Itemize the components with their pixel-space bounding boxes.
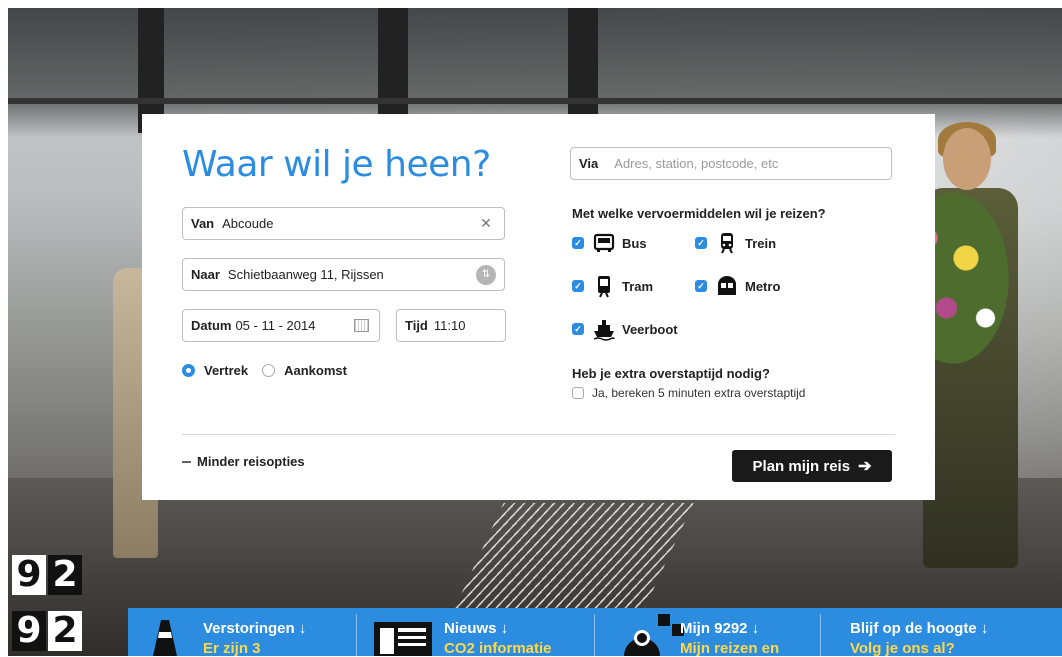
tram-checkbox[interactable]: ✓ (572, 280, 584, 292)
plan-trip-button[interactable]: Plan mijn reis ➔ (732, 450, 892, 482)
nav-divider (594, 614, 595, 656)
nav-divider (356, 614, 357, 656)
nav-nieuws[interactable]: Nieuws ↓ CO2 informatie (364, 608, 592, 657)
fewer-options-link[interactable]: Minder reisopties (182, 454, 305, 469)
nav-subtitle: Volg je ons al? (850, 640, 955, 657)
to-value: Schietbaanweg 11, Rijssen (227, 267, 384, 282)
date-field[interactable]: Datum 05 - 11 - 2014 (182, 309, 380, 342)
from-label: Van (191, 216, 215, 231)
girder (568, 8, 598, 128)
tram-label: Tram (622, 278, 654, 294)
ferry-icon (593, 320, 615, 341)
metro-label: Metro (745, 278, 781, 294)
cone-icon (153, 620, 177, 656)
nav-subtitle: CO2 informatie (444, 640, 552, 657)
logo-digit: 2 (48, 555, 82, 595)
mode-veerboot[interactable]: ✓ Veerboot (572, 317, 678, 341)
to-label: Naar (191, 267, 220, 282)
from-value: Abcoude (222, 216, 274, 231)
divider (182, 434, 895, 435)
mode-metro[interactable]: ✓ Metro (695, 274, 780, 298)
arrow-right-icon: ➔ (858, 458, 872, 475)
date-label: Datum (191, 318, 232, 333)
departure-label: Vertrek (204, 363, 249, 378)
transport-question: Met welke vervoermiddelen wil je reizen? (572, 206, 826, 221)
user-icon (624, 614, 684, 656)
mode-trein[interactable]: ✓ Trein (695, 231, 776, 255)
clear-icon[interactable]: ✕ (478, 215, 494, 232)
bottom-navigation: Verstoringen ↓ Er zijn 3 Nieuws ↓ CO2 in… (128, 608, 1062, 657)
train-checkbox[interactable]: ✓ (695, 237, 707, 249)
time-value: 11:10 (433, 318, 466, 333)
via-placeholder: Adres, station, postcode, etc (614, 156, 779, 171)
fewer-options-label: Minder reisopties (197, 454, 305, 469)
swap-icon[interactable]: ⇅ (476, 264, 496, 285)
nav-subtitle: Er zijn 3 (203, 640, 261, 657)
tram-icon (598, 276, 610, 298)
logo-digit: 2 (48, 611, 82, 651)
departure-arrival-toggle: Vertrek Aankomst (182, 363, 347, 378)
logo-9292[interactable]: 9 2 9 2 (8, 553, 128, 656)
time-field[interactable]: Tijd 11:10 (396, 309, 506, 342)
metro-checkbox[interactable]: ✓ (695, 280, 707, 292)
plan-button-label: Plan mijn reis (752, 457, 851, 475)
nav-title: Nieuws ↓ (444, 620, 509, 637)
journey-planner-panel: Waar wil je heen? Van Abcoude ✕ Naar Sch… (142, 114, 935, 500)
transfer-question: Heb je extra overstaptijd nodig? (572, 366, 770, 381)
from-field[interactable]: Van Abcoude ✕ (182, 207, 505, 240)
minus-icon (182, 460, 191, 463)
ferry-checkbox[interactable]: ✓ (572, 323, 584, 335)
logo-digit: 9 (12, 555, 46, 595)
veerboot-label: Veerboot (622, 321, 678, 337)
departure-radio[interactable] (182, 364, 195, 377)
metro-icon (718, 276, 736, 295)
mode-tram[interactable]: ✓ Tram (572, 274, 653, 298)
transfer-checkbox[interactable] (572, 387, 584, 399)
nav-divider (820, 614, 821, 656)
transfer-label: Ja, bereken 5 minuten extra overstaptijd (592, 386, 806, 400)
arrival-radio[interactable] (262, 364, 276, 377)
nav-subtitle: Mijn reizen en (680, 640, 780, 657)
date-value: 05 - 11 - 2014 (235, 318, 316, 333)
bus-icon (593, 233, 615, 252)
nav-verstoringen[interactable]: Verstoringen ↓ Er zijn 3 (128, 608, 356, 657)
bus-label: Bus (622, 235, 647, 251)
bus-checkbox[interactable]: ✓ (572, 237, 584, 249)
arrival-label: Aankomst (284, 363, 347, 378)
girder (8, 98, 1062, 104)
via-field[interactable]: Via Adres, station, postcode, etc (570, 147, 892, 180)
page-title: Waar wil je heen? (182, 144, 491, 185)
newspaper-icon (374, 622, 432, 656)
train-icon (721, 233, 733, 254)
transfer-option[interactable]: Ja, bereken 5 minuten extra overstaptijd (572, 386, 805, 400)
time-label: Tijd (405, 318, 428, 333)
logo-digit: 9 (12, 611, 46, 651)
nav-title: Mijn 9292 ↓ (680, 620, 760, 637)
mode-bus[interactable]: ✓ Bus (572, 231, 647, 255)
nav-title: Blijf op de hoogte ↓ (850, 620, 989, 637)
via-label: Via (579, 156, 599, 171)
trein-label: Trein (745, 235, 777, 251)
nav-blijf-op-de-hoogte[interactable]: Blijf op de hoogte ↓ Volg je ons al? (828, 608, 1062, 657)
to-field[interactable]: Naar Schietbaanweg 11, Rijssen ⇅ (182, 258, 505, 291)
calendar-icon[interactable] (354, 319, 369, 332)
nav-mijn-9292[interactable]: Mijn 9292 ↓ Mijn reizen en (602, 608, 817, 657)
nav-title: Verstoringen ↓ (203, 620, 307, 637)
